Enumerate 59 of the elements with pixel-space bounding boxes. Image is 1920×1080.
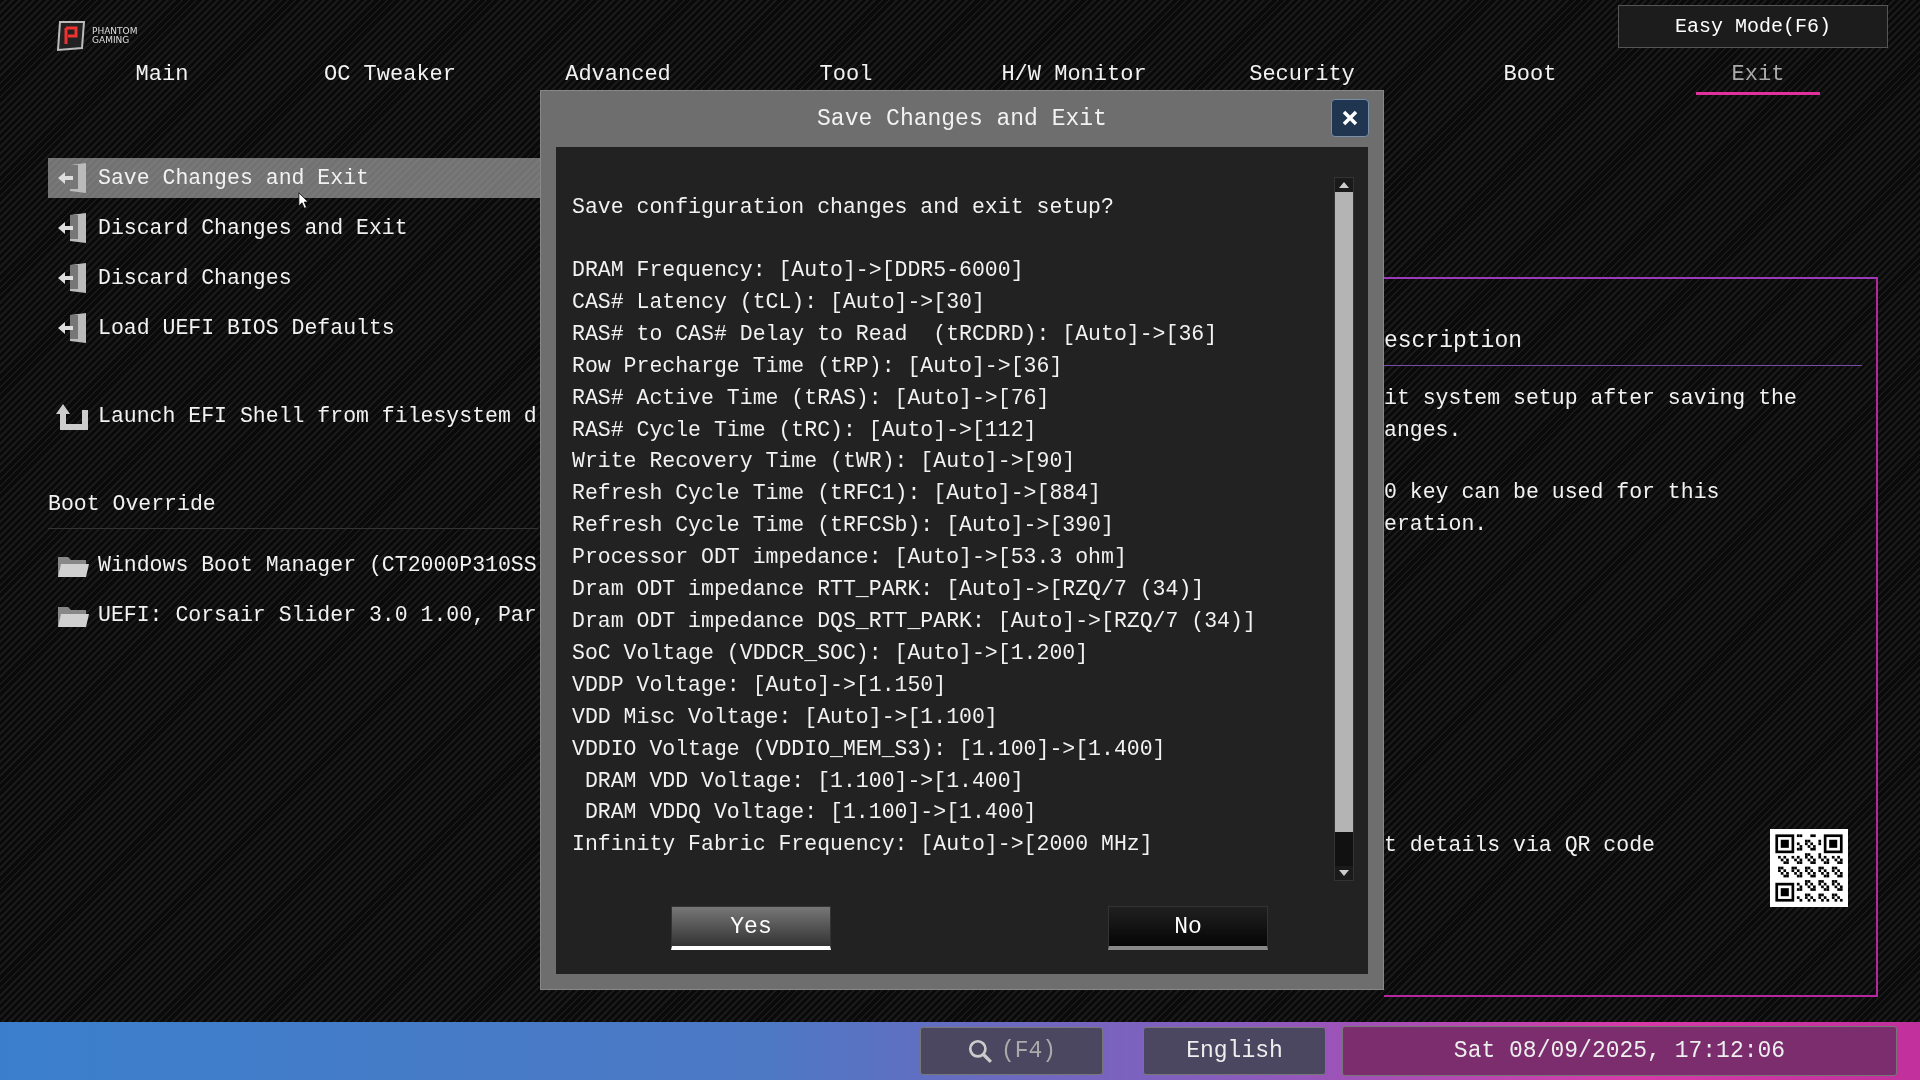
down-arrow-icon	[1339, 870, 1349, 876]
up-arrow-icon	[1339, 182, 1349, 188]
language-button[interactable]: English	[1143, 1027, 1326, 1075]
cursor-icon	[298, 192, 309, 209]
search-icon	[966, 1038, 993, 1064]
dialog-title: Save Changes and Exit	[817, 106, 1107, 132]
change-line: SoC Voltage (VDDCR_SOC): [Auto]->[1.200]	[572, 639, 1090, 667]
menu-item[interactable]: Launch EFI Shell from filesystem d	[48, 396, 540, 436]
dialog-message: Save configuration changes and exit setup?	[572, 194, 1115, 221]
change-line: VDDP Voltage: [Auto]->[1.150]	[572, 671, 948, 699]
change-line: RAS# to CAS# Delay to Read (tRCDRD): [Auto]->[36]	[572, 320, 1219, 348]
description-text: it system setup after saving the anges.	[1384, 385, 1798, 444]
search-button[interactable]: (F4)	[920, 1027, 1103, 1075]
section-heading: Boot Override	[48, 491, 217, 518]
menu-item[interactable]: UEFI: Corsair Slider 3.0 1.00, Par	[48, 595, 540, 635]
tab[interactable]: OC Tweaker	[288, 58, 492, 95]
menu-item-label: Windows Boot Manager (CT2000P310SS	[98, 553, 537, 577]
change-line: Processor ODT impedance: [Auto]->[53.3 ohm]	[572, 544, 1128, 572]
menu-item[interactable]: Save Changes and Exit	[48, 158, 540, 198]
qr-label: t details via QR code	[1384, 833, 1655, 857]
logo-text: PHANTOM GAMING	[92, 27, 138, 45]
menu-item-label: Load UEFI BIOS Defaults	[98, 316, 395, 340]
change-line: RAS# Cycle Time (tRC): [Auto]->[112]	[572, 416, 1038, 444]
menu-item-label: Discard Changes and Exit	[98, 216, 408, 240]
panel-title: escription	[1384, 321, 1862, 366]
easy-mode-button[interactable]: Easy Mode(F6)	[1618, 5, 1888, 48]
change-line: DRAM VDD Voltage: [1.100]->[1.400]	[583, 767, 1025, 795]
date-time: Sat 08/09/2025, 17:12:06	[1342, 1026, 1897, 1076]
tab[interactable]: Exit	[1695, 58, 1821, 95]
dialog-button[interactable]: Yes	[671, 906, 831, 950]
close-button[interactable]	[1331, 99, 1369, 137]
logo-icon	[54, 20, 88, 52]
tab[interactable]: Boot	[1467, 58, 1593, 95]
change-line: DRAM Frequency: [Auto]->[DDR5-6000]	[572, 257, 1025, 284]
menu-item-label: Save Changes and Exit	[98, 166, 369, 190]
change-line: Refresh Cycle Time (tRFCSb): [Auto]->[390]	[572, 512, 1115, 540]
change-line: Row Precharge Time (tRP): [Auto]->[36]	[572, 352, 1064, 380]
scroll-bar[interactable]	[1334, 177, 1354, 881]
dialog-button[interactable]: No	[1108, 906, 1268, 950]
change-line: VDDIO Voltage (VDDIO_MEM_S3): [1.100]->[1.400]	[572, 735, 1167, 763]
change-line: Dram ODT impedance RTT_PARK: [Auto]->[RZQ/7 (34)]	[572, 576, 1206, 604]
menu-item-label: UEFI: Corsair Slider 3.0 1.00, Par	[98, 603, 537, 627]
menu-item[interactable]: Discard Changes	[48, 258, 540, 298]
menu-item-label: Discard Changes	[98, 266, 292, 290]
close-icon	[1340, 108, 1360, 128]
menu-item-label: Launch EFI Shell from filesystem d	[98, 404, 537, 428]
menu-item[interactable]: Discard Changes and Exit	[48, 208, 540, 248]
menu-item[interactable]: Load UEFI BIOS Defaults	[48, 308, 540, 348]
menu-item[interactable]: Windows Boot Manager (CT2000P310SS	[48, 545, 540, 585]
change-line: Write Recovery Time (tWR): [Auto]->[90]	[572, 448, 1077, 476]
change-line: Dram ODT impedance DQS_RTT_PARK: [Auto]->[RZQ/7 (34)]	[572, 607, 1257, 635]
description-text: 0 key can be used for this eration.	[1384, 479, 1721, 538]
change-line: RAS# Active Time (tRAS): [Auto]->[76]	[572, 384, 1051, 412]
change-line: VDD Misc Voltage: [Auto]->[1.100]	[572, 703, 999, 731]
tab[interactable]: Main	[99, 58, 225, 95]
change-line: DRAM VDDQ Voltage: [1.100]->[1.400]	[583, 799, 1038, 827]
change-line: CAS# Latency (tCL): [Auto]->[30]	[572, 288, 986, 316]
change-line: Refresh Cycle Time (tRFC1): [Auto]->[884]	[572, 480, 1102, 508]
change-line: Infinity Fabric Frequency: [Auto]->[2000 MHz]	[572, 831, 1154, 859]
